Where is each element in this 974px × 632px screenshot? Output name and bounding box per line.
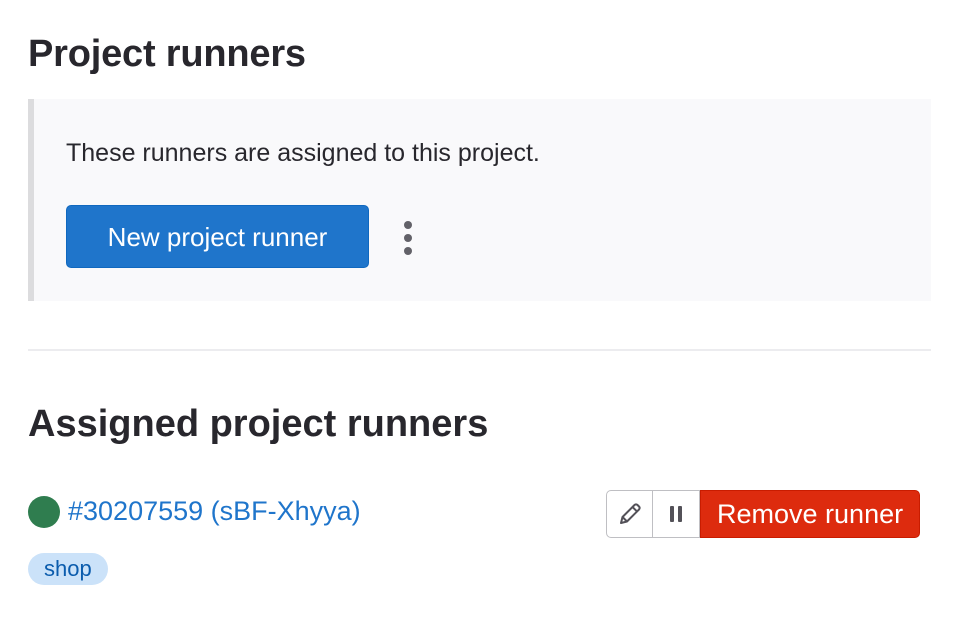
pause-runner-button[interactable] xyxy=(653,490,700,538)
runner-actions-group: Remove runner xyxy=(606,490,921,538)
project-runners-panel: These runners are assigned to this proje… xyxy=(28,99,931,301)
pause-icon xyxy=(670,506,682,522)
vertical-ellipsis-icon xyxy=(396,220,420,255)
section-divider xyxy=(28,349,931,351)
page-title: Project runners xyxy=(28,33,306,75)
remove-runner-button[interactable]: Remove runner xyxy=(700,490,921,538)
pencil-icon xyxy=(619,503,641,524)
new-project-runner-button[interactable]: New project runner xyxy=(66,205,369,268)
more-actions-button[interactable] xyxy=(396,213,420,261)
panel-description: These runners are assigned to this proje… xyxy=(66,139,540,167)
runner-status-online-icon xyxy=(28,496,60,528)
page: Project runners These runners are assign… xyxy=(0,0,974,632)
edit-runner-button[interactable] xyxy=(606,490,653,538)
runner-tag-badge: shop xyxy=(28,553,108,585)
section-title: Assigned project runners xyxy=(28,403,489,445)
runner-link[interactable]: #30207559 (sBF-Xhyya) xyxy=(68,493,361,529)
